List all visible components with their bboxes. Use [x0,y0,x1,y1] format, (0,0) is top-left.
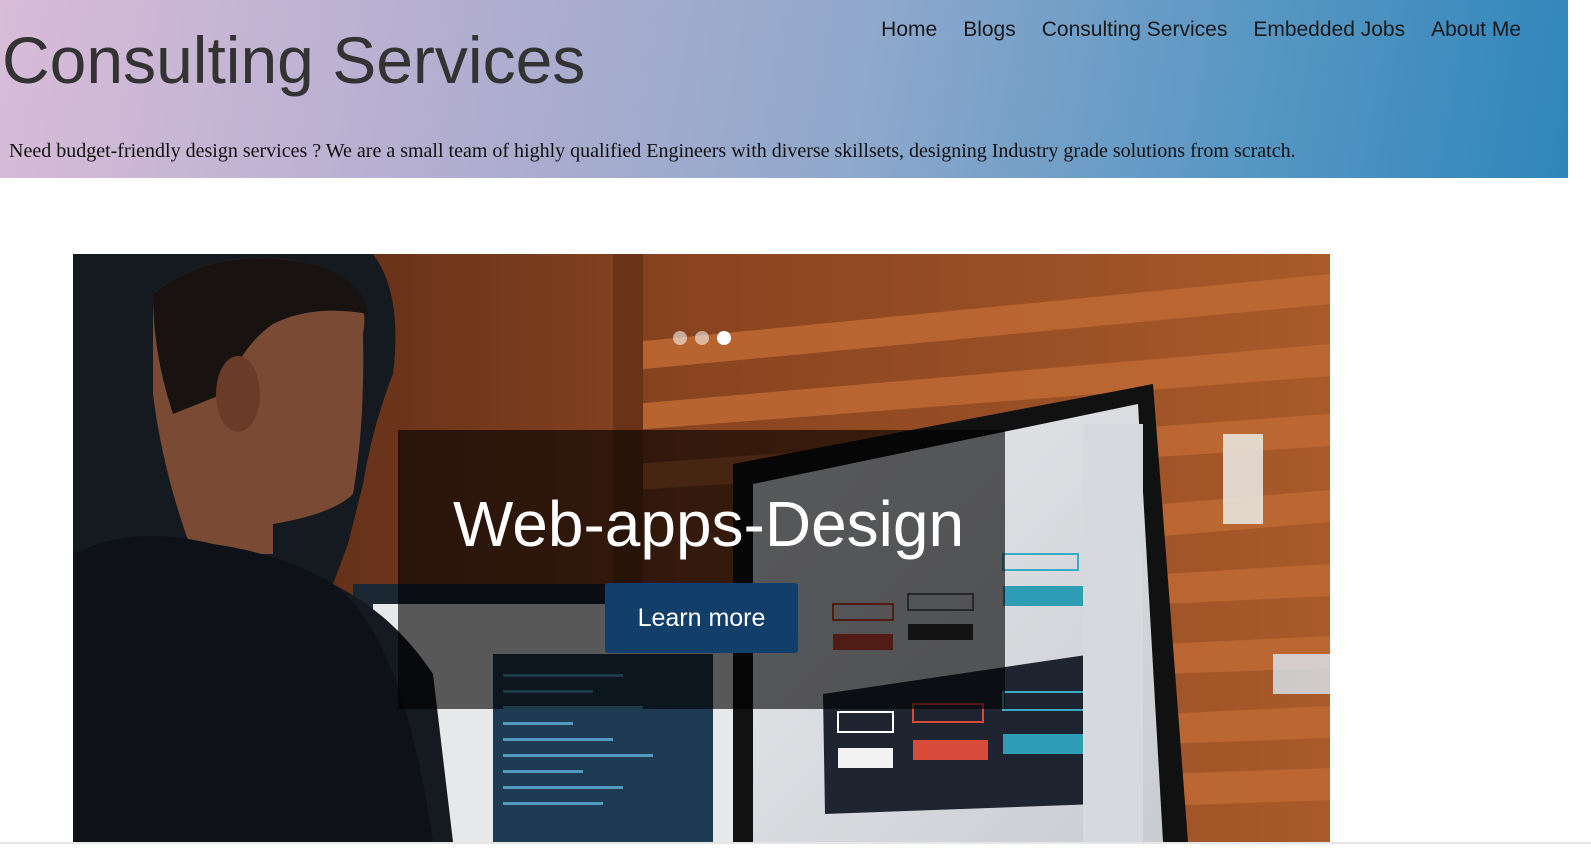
carousel-indicator-1[interactable] [673,331,687,345]
image-carousel[interactable]: Web-apps-Design Learn more [73,254,1330,842]
nav-item-blogs[interactable]: Blogs [950,17,1029,43]
carousel-caption: Web-apps-Design Learn more [398,430,1005,709]
divider [0,842,1591,844]
nav-item-embedded-jobs[interactable]: Embedded Jobs [1240,17,1418,43]
slide-title: Web-apps-Design [453,488,965,560]
page-title: Consulting Services [2,23,586,97]
nav-item-about-me[interactable]: About Me [1418,17,1534,43]
nav-item-consulting-services[interactable]: Consulting Services [1029,17,1241,43]
carousel-indicator-2[interactable] [695,331,709,345]
tagline: Need budget-friendly design services ? W… [9,140,1296,162]
learn-more-button[interactable]: Learn more [605,583,798,653]
site-header: Consulting Services Home Blogs Consultin… [0,0,1568,178]
carousel-indicator-3[interactable] [717,331,731,345]
main-nav: Home Blogs Consulting Services Embedded … [868,17,1534,43]
nav-item-home[interactable]: Home [868,17,950,43]
carousel-indicators [673,331,731,345]
